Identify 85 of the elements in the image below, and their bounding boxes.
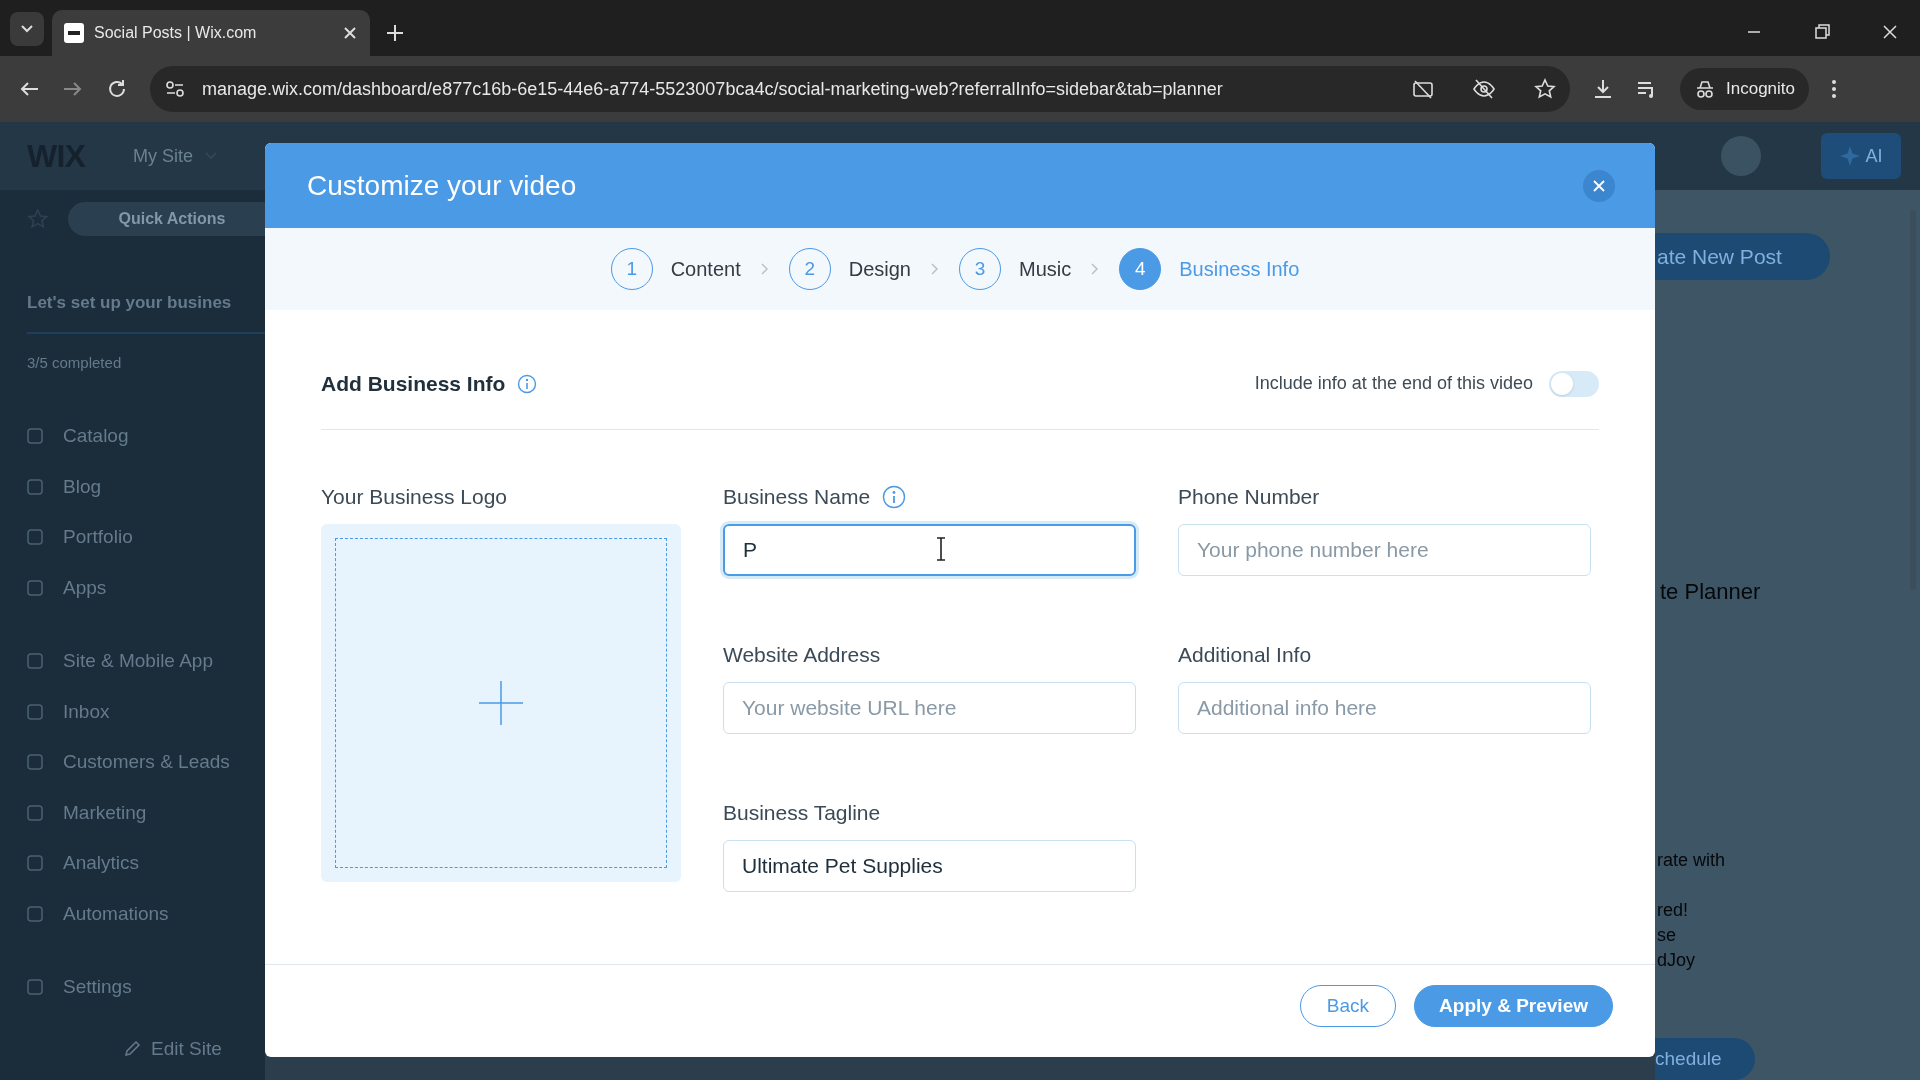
ai-button[interactable]: AI <box>1821 133 1901 179</box>
include-toggle[interactable] <box>1549 370 1599 397</box>
tile-icon <box>27 979 43 996</box>
create-post-button[interactable]: ate New Post <box>1655 233 1830 281</box>
field-label: Phone Number <box>1178 484 1320 510</box>
tile-icon <box>27 905 43 922</box>
text-fragment: se <box>1657 924 1677 948</box>
restore-icon[interactable] <box>1812 22 1832 42</box>
tab-title: Social Posts | Wix.com <box>94 23 258 43</box>
text-field[interactable]: P <box>723 524 1136 576</box>
close-icon <box>1593 179 1605 192</box>
more-icon[interactable] <box>1831 78 1837 100</box>
nav-item[interactable]: Catalog <box>27 422 265 451</box>
site-menu[interactable]: My Site <box>133 142 218 170</box>
close-button[interactable] <box>1583 169 1615 202</box>
tile-icon <box>27 855 43 872</box>
edit-site-link[interactable]: Edit Site <box>123 1034 265 1063</box>
tab-list-icon[interactable] <box>10 12 44 46</box>
close-icon[interactable] <box>342 25 358 41</box>
back-button[interactable]: Back <box>1299 985 1397 1027</box>
setup-title: Let's set up your busines <box>27 292 233 314</box>
quick-actions-button[interactable]: Quick Actions <box>68 202 265 236</box>
text-fragment: red! <box>1657 899 1690 923</box>
browser-tab[interactable]: Social Posts | Wix.com <box>52 10 370 56</box>
text-field[interactable]: Additional info here <box>1178 682 1591 734</box>
incognito-chip[interactable]: Incognito <box>1680 68 1809 110</box>
camera-off-icon[interactable] <box>1412 78 1434 100</box>
site-favicon-icon <box>64 23 84 43</box>
tile-icon <box>27 579 43 596</box>
tile-icon <box>27 754 43 771</box>
progress-text: 3/5 completed <box>27 352 123 373</box>
nav-item[interactable]: Portfolio <box>27 523 265 552</box>
text-fragment: dJoy <box>1657 949 1697 973</box>
tile-icon <box>27 703 43 720</box>
nav-item[interactable]: Marketing <box>27 798 265 827</box>
site-settings-icon[interactable] <box>164 78 186 100</box>
nav-item[interactable]: Customers & Leads <box>27 748 265 777</box>
chevron-right-icon <box>931 263 939 275</box>
planner-title: te Planner <box>1659 578 1761 607</box>
tile-icon <box>27 653 43 670</box>
field-label: Additional Info <box>1178 642 1312 668</box>
nav-item[interactable]: Analytics <box>27 849 265 878</box>
step-tab[interactable]: 4 Business Info <box>1119 248 1300 290</box>
step-tab[interactable]: 2 Design <box>788 248 911 290</box>
info-icon[interactable] <box>517 373 538 394</box>
nav-item[interactable]: Settings <box>27 973 265 1002</box>
field-label: Business Name <box>723 484 871 510</box>
field-label: Website Address <box>723 642 881 668</box>
tile-icon <box>27 478 43 495</box>
tile-icon <box>27 804 43 821</box>
text-field[interactable]: Your website URL here <box>723 682 1136 734</box>
nav-item[interactable]: Inbox <box>27 697 265 726</box>
dialog-title: Customize your video <box>307 168 578 203</box>
nav-item[interactable]: Site & Mobile App <box>27 647 265 676</box>
toggle-label: Include info at the end of this video <box>1254 372 1533 395</box>
sparkle-icon <box>1839 145 1862 167</box>
info-icon[interactable] <box>882 485 907 509</box>
text-cursor-icon <box>935 537 947 561</box>
field-label: Your Business Logo <box>321 484 509 510</box>
chevron-right-icon <box>1091 263 1100 275</box>
step-tab[interactable]: 3 Music <box>959 248 1072 290</box>
new-tab-icon[interactable] <box>384 22 406 44</box>
eye-off-icon[interactable] <box>1472 78 1496 100</box>
address-bar[interactable]: manage.wix.com/dashboard/e877c16b-6e15-44e6-a774-5523007bca4c/social-marketing-web?referralInfo=sidebar&tab=planner <box>150 66 1570 112</box>
reload-icon[interactable] <box>106 78 128 100</box>
text-field[interactable]: Ultimate Pet Supplies <box>723 840 1136 892</box>
url-text: manage.wix.com/dashboard/e877c16b-6e15-44e6-a774-5523007bca4c/social-marketing-web?referralInfo=sidebar&tab=planner <box>202 77 1224 101</box>
download-icon[interactable] <box>1592 78 1614 100</box>
nav-item[interactable]: Apps <box>27 573 265 602</box>
field-label: Business Tagline <box>723 800 881 826</box>
incognito-icon <box>1694 79 1716 99</box>
apply-preview-button[interactable]: Apply & Preview <box>1414 985 1613 1027</box>
nav-item[interactable]: Automations <box>27 899 265 928</box>
schedule-button[interactable]: chedule <box>1655 1038 1755 1080</box>
text-fragment: rate with <box>1657 849 1726 873</box>
chevron-right-icon <box>760 263 769 275</box>
nav-item[interactable]: Blog <box>27 472 265 501</box>
pencil-icon <box>123 1039 141 1058</box>
tile-icon <box>27 529 43 546</box>
plus-icon <box>479 681 523 725</box>
step-tab[interactable]: 1 Content <box>610 248 741 290</box>
tile-icon <box>27 428 43 445</box>
text-field[interactable]: Your phone number here <box>1178 524 1591 576</box>
section-title: Add Business Info <box>321 370 506 397</box>
star-icon[interactable] <box>27 208 49 230</box>
